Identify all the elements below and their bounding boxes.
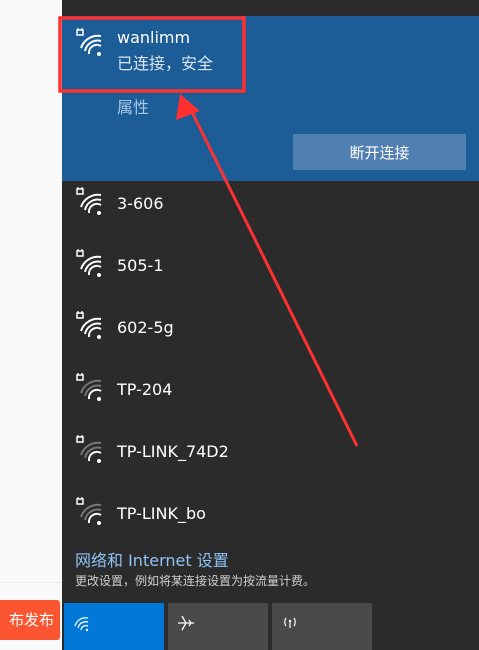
wifi-weak-secured-icon	[76, 435, 102, 463]
hotspot-toggle[interactable]	[272, 603, 372, 650]
wifi-weak-secured-icon	[76, 497, 102, 525]
active-network[interactable]: wanlimm 已连接，安全 属性 断开连接	[62, 16, 479, 181]
background-divider	[0, 582, 62, 583]
wifi-toggle[interactable]	[64, 603, 164, 650]
wifi-secured-icon	[76, 249, 102, 277]
active-network-name: wanlimm	[117, 28, 191, 47]
network-item[interactable]: TP-204	[62, 364, 479, 416]
wifi-secured-icon	[76, 28, 102, 56]
airplane-toggle[interactable]	[168, 603, 268, 650]
network-item[interactable]: 505-1	[62, 240, 479, 292]
wifi-flyout: wanlimm 已连接，安全 属性 断开连接 3-606 505-1 602-5…	[62, 0, 479, 650]
wifi-weak-secured-icon	[76, 373, 102, 401]
network-item[interactable]: 602-5g	[62, 302, 479, 354]
disconnect-button[interactable]: 断开连接	[293, 134, 466, 170]
network-name: TP-LINK_bo	[117, 504, 206, 523]
properties-link[interactable]: 属性	[117, 94, 149, 118]
active-network-status: 已连接，安全	[117, 54, 214, 73]
network-item[interactable]: 3-606	[62, 178, 479, 230]
flyout-top-strip	[62, 0, 479, 16]
quick-actions	[62, 603, 479, 650]
network-item[interactable]: TP-LINK_bo	[62, 488, 479, 540]
wifi-secured-icon	[76, 311, 102, 339]
network-name: TP-204	[117, 380, 173, 399]
network-item[interactable]: TP-LINK_74D2	[62, 426, 479, 478]
network-settings-link[interactable]: 网络和 Internet 设置	[75, 547, 229, 571]
network-name: 505-1	[117, 256, 164, 275]
background-page	[0, 0, 62, 650]
wifi-secured-icon	[76, 187, 102, 215]
wifi-icon	[74, 617, 89, 632]
airplane-icon	[178, 615, 194, 631]
network-settings-description: 更改设置，例如将某连接设置为按流量计费。	[75, 574, 316, 588]
network-name: TP-LINK_74D2	[117, 442, 229, 461]
network-name: 3-606	[117, 194, 164, 213]
hotspot-icon	[284, 617, 296, 628]
publish-button[interactable]: 布发布	[0, 600, 60, 640]
network-name: 602-5g	[117, 318, 174, 337]
